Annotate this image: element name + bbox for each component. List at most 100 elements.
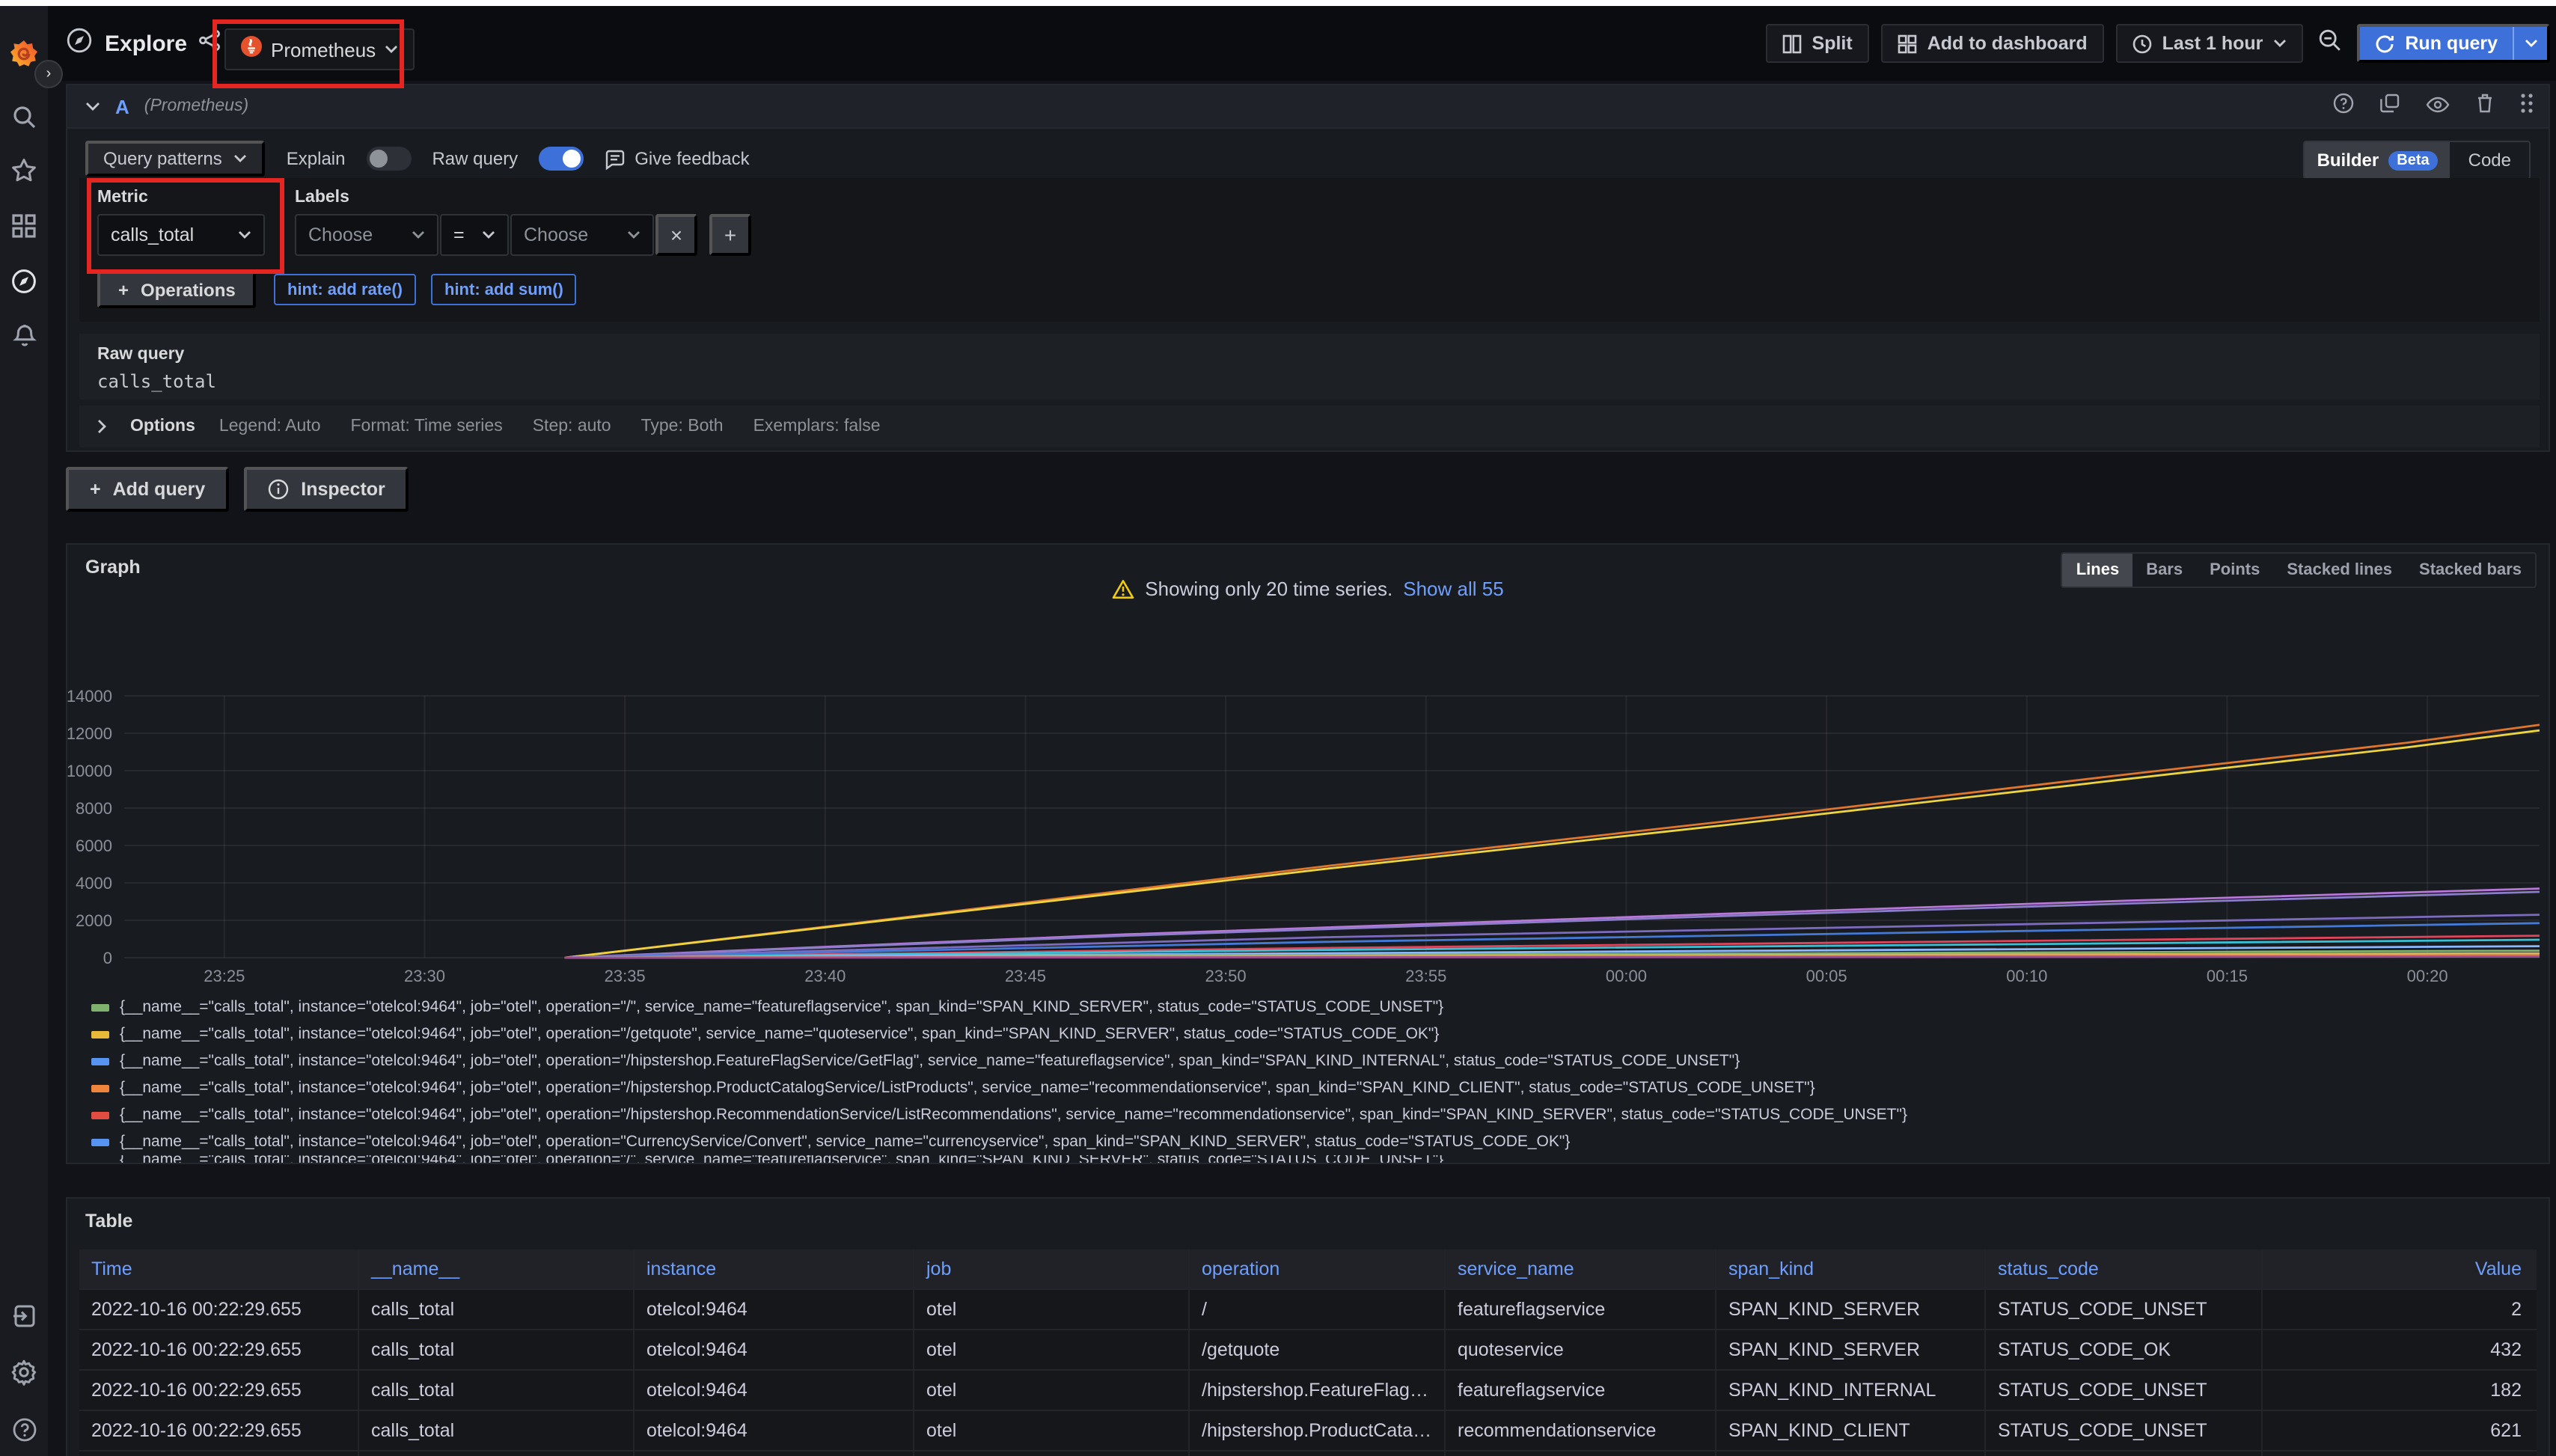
query-hint-button[interactable]: hint: add sum() [431,274,577,305]
chevron-down-icon [385,45,398,54]
table-column-header[interactable]: instance [635,1249,914,1288]
raw-query-label: Raw query [432,148,518,169]
legend-color-marker [91,1111,109,1119]
legend-item[interactable]: {__name__="calls_total", instance="otelc… [91,1128,2543,1155]
table-row[interactable]: 2022-10-16 00:22:29.655calls_totalotelco… [79,1450,2537,1456]
legend-item[interactable]: {__name__="calls_total", instance="otelc… [91,1155,2543,1163]
delete-query-trash-icon[interactable] [2475,93,2495,121]
remove-label-button[interactable]: × [655,214,697,256]
query-options-row[interactable]: Options Legend: AutoFormat: Time seriesS… [79,406,2540,447]
hide-query-eye-icon[interactable] [2426,94,2450,120]
table-column-header[interactable]: operation [1190,1249,1446,1288]
query-patterns-button[interactable]: Query patterns [85,141,266,177]
run-query-button[interactable]: Run query [2357,24,2550,63]
split-button[interactable]: Split [1766,24,1869,63]
explore-toolbar: Explore Prometheus Split [48,6,2556,81]
legend-label: {__name__="calls_total", instance="otelc… [120,1025,1439,1043]
table-column-header[interactable]: Time [79,1249,359,1288]
svg-text:23:55: 23:55 [1405,967,1446,985]
query-actions: + Add query Inspector [66,467,409,512]
legend-label: {__name__="calls_total", instance="otelc… [120,998,1443,1016]
legend-item[interactable]: {__name__="calls_total", instance="otelc… [91,1101,2543,1128]
table-column-header[interactable]: __name__ [359,1249,635,1288]
table-cell: /getquote [1190,1330,1446,1369]
svg-text:23:40: 23:40 [804,967,846,985]
table-cell: otelcol:9464 [635,1452,914,1456]
table-cell: 2022-10-16 00:22:29.655 [79,1371,359,1410]
datasource-picker[interactable]: Prometheus [224,28,415,70]
table-column-header[interactable]: Value [2263,1249,2537,1288]
svg-text:23:50: 23:50 [1205,967,1247,985]
grafana-explore-screen: › Explore Prometheus [0,0,2556,1456]
add-query-button[interactable]: + Add query [66,467,229,512]
run-query-dropdown[interactable] [2513,27,2547,60]
table-row[interactable]: 2022-10-16 00:22:29.655calls_totalotelco… [79,1369,2537,1410]
table-cell: STATUS_CODE_UNSET [1986,1371,2263,1410]
drag-handle-icon[interactable] [2520,93,2534,121]
settings-gear-icon[interactable] [0,1348,48,1396]
label-operator-select[interactable]: = [440,214,509,256]
help-icon[interactable] [0,1405,48,1453]
svg-text:23:30: 23:30 [404,967,445,985]
legend-item[interactable]: {__name__="calls_total", instance="otelc… [91,1074,2543,1101]
add-label-button[interactable]: + [709,214,751,256]
svg-text:00:15: 00:15 [2207,967,2248,985]
query-help-icon[interactable] [2333,93,2354,121]
explain-toggle[interactable] [366,147,411,171]
table-row[interactable]: 2022-10-16 00:22:29.655calls_totalotelco… [79,1410,2537,1450]
operations-button[interactable]: + Operations [97,271,257,308]
table-column-header[interactable]: job [914,1249,1190,1288]
share-icon[interactable] [199,29,220,58]
table-cell: SPAN_KIND_CLIENT [1716,1411,1986,1450]
plus-icon: + [90,479,101,500]
legend-item[interactable]: {__name__="calls_total", instance="otelc… [91,994,2543,1021]
show-all-series-link[interactable]: Show all 55 [1403,578,1503,600]
table-cell: / [1190,1290,1446,1329]
table-column-header[interactable]: span_kind [1716,1249,1986,1288]
table-cell: otelcol:9464 [635,1371,914,1410]
sidebar [0,6,48,1456]
chevron-down-icon [482,230,495,239]
starred-icon[interactable] [0,147,48,195]
label-key-select[interactable]: Choose [295,214,438,256]
label-value-select[interactable]: Choose [510,214,654,256]
options-summary-item: Legend: Auto [219,417,321,435]
explain-label: Explain [287,148,346,169]
legend-item[interactable]: {__name__="calls_total", instance="otelc… [91,1047,2543,1074]
legend-color-marker [91,1138,109,1145]
add-to-dashboard-button[interactable]: Add to dashboard [1881,24,2104,63]
inspector-button[interactable]: Inspector [244,467,409,512]
alerts-bell-icon[interactable] [0,311,48,359]
zoom-out-icon[interactable] [2315,28,2345,59]
collapse-chevron-icon[interactable] [85,101,100,111]
metric-select[interactable]: calls_total [97,214,265,256]
query-row-header[interactable]: A (Prometheus) [67,85,2549,129]
sidebar-expand-button[interactable]: › [34,60,63,88]
code-mode-button[interactable]: Code [2450,142,2529,178]
legend-item[interactable]: {__name__="calls_total", instance="otelc… [91,1021,2543,1047]
duplicate-query-icon[interactable] [2379,93,2400,121]
results-table: Time__name__instancejoboperationservice_… [79,1249,2537,1456]
builder-mode-button[interactable]: Builder Beta [2305,142,2450,178]
table-cell: /hipstershop.RecommendationService/ListR… [1190,1452,1446,1456]
table-column-header[interactable]: service_name [1446,1249,1716,1288]
explore-compass-icon[interactable] [0,257,48,305]
apps-icon[interactable] [0,202,48,250]
raw-query-toggle[interactable] [539,147,584,171]
table-cell: recommendationservice [1446,1411,1716,1450]
svg-text:23:25: 23:25 [204,967,245,985]
table-column-header[interactable]: status_code [1986,1249,2263,1288]
search-icon[interactable] [0,93,48,141]
table-row[interactable]: 2022-10-16 00:22:29.655calls_totalotelco… [79,1288,2537,1329]
give-feedback-link[interactable]: Give feedback [605,148,749,169]
table-cell: 2 [2263,1290,2537,1329]
time-series-chart[interactable]: 0200040006000800010000120001400023:2523:… [73,627,2546,989]
graph-panel-title: Graph [85,557,141,578]
table-cell: STATUS_CODE_OK [1986,1330,2263,1369]
table-row[interactable]: 2022-10-16 00:22:29.655calls_totalotelco… [79,1329,2537,1369]
legend-label: {__name__="calls_total", instance="otelc… [120,1133,1570,1151]
query-hint-button[interactable]: hint: add rate() [274,274,416,305]
time-range-picker[interactable]: Last 1 hour [2116,24,2304,63]
sign-in-icon[interactable] [0,1291,48,1339]
query-editor-panel: A (Prometheus) Query patterns Explain Ra… [66,84,2550,452]
